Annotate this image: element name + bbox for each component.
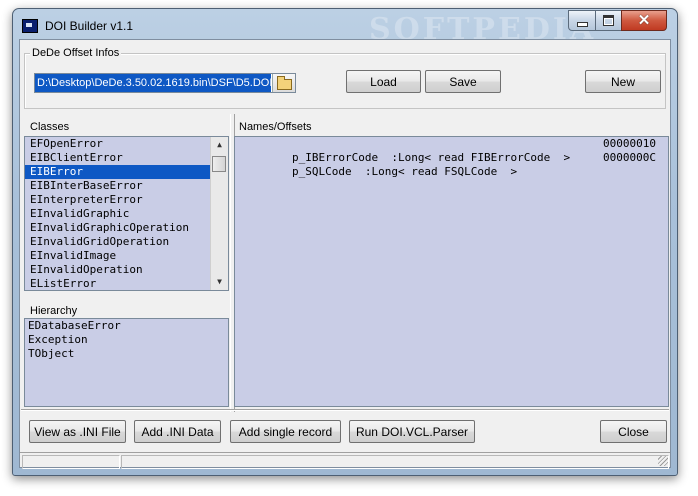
app-window: DOI Builder v1.1 SOFTPEDIA ✕ DeDe Offset…: [12, 8, 678, 476]
table-row[interactable]: p_IBErrorCode :Long< read FIBErrorCode >…: [235, 137, 668, 164]
close-button-label: Close: [618, 424, 649, 439]
scroll-up-arrow-icon[interactable]: ▲: [211, 137, 228, 153]
save-button-label: Save: [449, 74, 477, 89]
classes-scrollbar[interactable]: ▲ ▼: [210, 137, 228, 290]
folder-open-icon: [276, 75, 292, 90]
offset-value: 0000000C: [603, 151, 656, 164]
add-ini-data-label: Add .INI Data: [141, 424, 214, 439]
doi-path-field: [34, 73, 296, 93]
load-button[interactable]: Load: [346, 70, 421, 93]
list-item[interactable]: EInvalidImage: [25, 249, 228, 263]
hierarchy-list[interactable]: EDatabaseError Exception TObject: [24, 318, 229, 407]
table-row[interactable]: p_SQLCode :Long< read FSQLCode > 0000000…: [235, 151, 668, 178]
minimize-button[interactable]: [568, 10, 596, 31]
list-item[interactable]: EInvalidGraphicOperation: [25, 221, 228, 235]
offset-infos-label: DeDe Offset Infos: [30, 47, 122, 59]
scroll-down-arrow-icon[interactable]: ▼: [211, 274, 228, 290]
list-item[interactable]: EFOpenError: [25, 137, 228, 151]
new-button-label: New: [610, 74, 635, 89]
doi-path-input[interactable]: [35, 74, 271, 92]
classes-rows: EFOpenError EIBClientError EIBError EIBI…: [25, 137, 228, 290]
load-button-label: Load: [370, 74, 397, 89]
status-bar: [20, 452, 670, 469]
list-item[interactable]: Exception: [25, 333, 228, 347]
close-button[interactable]: Close: [600, 420, 667, 443]
status-pane-right: [121, 455, 669, 469]
list-item[interactable]: EDatabaseError: [25, 319, 228, 333]
classes-list[interactable]: EFOpenError EIBClientError EIBError EIBI…: [24, 136, 229, 291]
maximize-icon: [603, 15, 614, 26]
scroll-thumb[interactable]: [212, 156, 226, 172]
app-icon: [22, 19, 38, 33]
status-pane-left: [22, 455, 120, 469]
minimize-icon: [576, 21, 588, 27]
list-item[interactable]: EIBClientError: [25, 151, 228, 165]
offset-value: 00000010: [603, 137, 656, 150]
title-bar[interactable]: DOI Builder v1.1 SOFTPEDIA ✕: [13, 9, 677, 47]
names-offsets-label: Names/Offsets: [239, 121, 312, 133]
add-single-record-label: Add single record: [238, 424, 333, 439]
window-title: DOI Builder v1.1: [45, 19, 134, 33]
list-item[interactable]: EInvalidGraphic: [25, 207, 228, 221]
list-item[interactable]: EInterpreterError: [25, 193, 228, 207]
list-item[interactable]: EInvalidGridOperation: [25, 235, 228, 249]
window-close-button[interactable]: ✕: [621, 10, 667, 31]
add-ini-data-button[interactable]: Add .INI Data: [134, 420, 221, 443]
client-area: DeDe Offset Infos Load Save New Classes …: [19, 39, 671, 469]
list-item[interactable]: EListError: [25, 277, 228, 290]
view-ini-label: View as .INI File: [34, 424, 121, 439]
maximize-button[interactable]: [595, 10, 622, 31]
view-ini-button[interactable]: View as .INI File: [29, 420, 126, 443]
names-offsets-list[interactable]: p_IBErrorCode :Long< read FIBErrorCode >…: [234, 136, 669, 407]
resize-grip-icon[interactable]: [658, 456, 668, 466]
name-entry: p_SQLCode :Long< read FSQLCode >: [291, 165, 518, 178]
list-item-selected[interactable]: EIBError: [25, 165, 210, 179]
run-parser-button[interactable]: Run DOI.VCL.Parser: [349, 420, 475, 443]
classes-label: Classes: [30, 121, 70, 133]
list-item[interactable]: TObject: [25, 347, 228, 361]
browse-button[interactable]: [272, 74, 295, 92]
new-button[interactable]: New: [585, 70, 661, 93]
list-item[interactable]: EInvalidOperation: [25, 263, 228, 277]
run-parser-label: Run DOI.VCL.Parser: [355, 424, 469, 439]
list-item[interactable]: EIBInterBaseError: [25, 179, 228, 193]
save-button[interactable]: Save: [425, 70, 501, 93]
hierarchy-label: Hierarchy: [30, 305, 78, 317]
add-single-record-button[interactable]: Add single record: [230, 420, 341, 443]
close-icon: ✕: [637, 12, 651, 29]
